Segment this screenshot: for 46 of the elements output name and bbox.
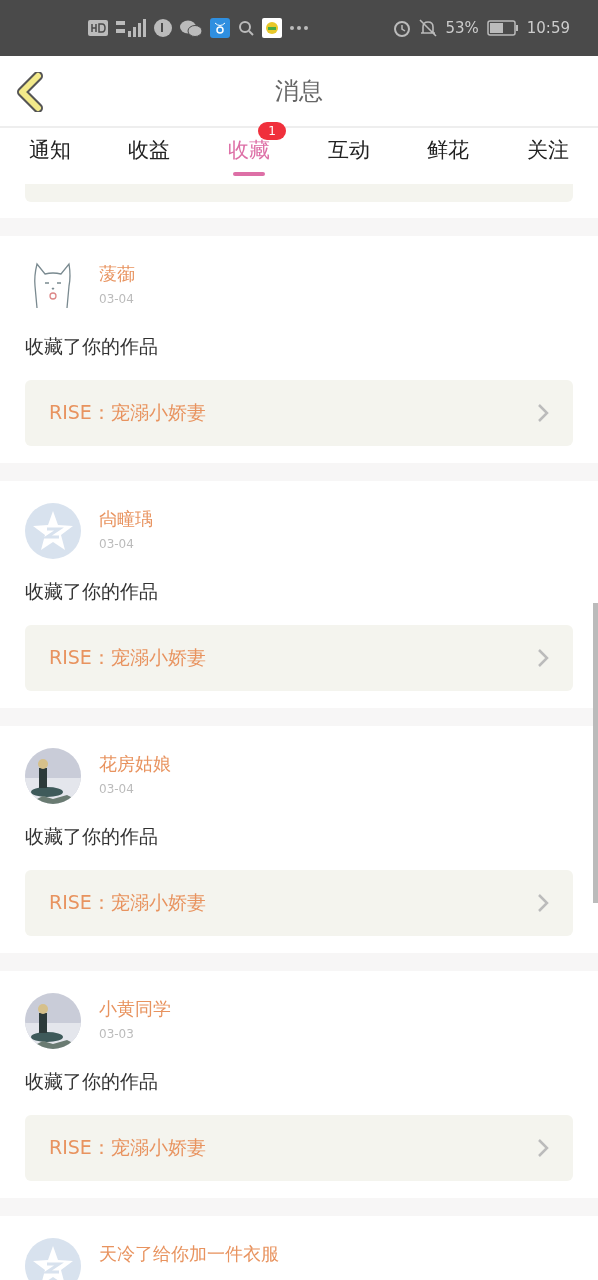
app-icon bbox=[210, 18, 230, 38]
work-title: RISE：宠溺小娇妻 bbox=[49, 645, 206, 670]
clock-time: 10:59 bbox=[526, 19, 570, 37]
signal-icon bbox=[116, 19, 146, 37]
tab[interactable]: 关注 bbox=[527, 128, 570, 184]
message-text: 收藏了你的作品 bbox=[25, 824, 159, 849]
date-label: 03-04 bbox=[99, 537, 135, 551]
chevron-right-icon bbox=[537, 403, 549, 423]
user-name[interactable]: 蔆蓹 bbox=[99, 262, 135, 286]
search-icon bbox=[238, 20, 254, 36]
work-link-card[interactable]: RISE：宠溺小娇妻 bbox=[25, 1115, 573, 1181]
page-title: 消息 bbox=[275, 76, 323, 107]
work-title: RISE：宠溺小娇妻 bbox=[49, 890, 206, 915]
bell-off-icon bbox=[419, 19, 438, 37]
hd-icon bbox=[88, 20, 108, 36]
user-name[interactable]: 小黄同学 bbox=[99, 997, 171, 1021]
tab[interactable]: 互动 bbox=[327, 128, 370, 184]
alarm-icon bbox=[393, 19, 412, 37]
message-text: 收藏了你的作品 bbox=[25, 1069, 159, 1094]
tab[interactable]: 鲜花 bbox=[427, 128, 470, 184]
user-name[interactable]: 尙疃瑀 bbox=[99, 507, 153, 531]
message-text: 收藏了你的作品 bbox=[25, 579, 159, 604]
avatar-icon bbox=[25, 503, 81, 559]
work-link-card[interactable]: RISE：宠溺小娇妻 bbox=[25, 380, 573, 446]
chevron-right-icon bbox=[537, 648, 549, 668]
tab[interactable]: 收益 bbox=[128, 128, 171, 184]
date-label: 03-03 bbox=[99, 1027, 135, 1041]
battery-percent: 53% bbox=[445, 19, 479, 37]
work-title: RISE：宠溺小娇妻 bbox=[49, 1135, 206, 1160]
work-link-card[interactable]: RISE：宠溺小娇妻 bbox=[25, 625, 573, 691]
work-link-card[interactable]: RISE：宠溺小娇妻 bbox=[25, 870, 573, 936]
chevron-right-icon bbox=[537, 1138, 549, 1158]
date-label: 03-04 bbox=[99, 782, 135, 796]
date-label: 03-04 bbox=[99, 292, 135, 306]
app-icon bbox=[262, 18, 282, 38]
chat-icon bbox=[180, 19, 202, 37]
more-icon bbox=[290, 26, 308, 30]
tab[interactable]: 通知 bbox=[28, 128, 71, 184]
chevron-right-icon bbox=[537, 893, 549, 913]
count-badge: 1 bbox=[258, 122, 286, 140]
music-icon bbox=[154, 19, 172, 37]
work-title: RISE：宠溺小娇妻 bbox=[49, 400, 206, 425]
user-name[interactable]: 天冷了给你加一件衣服 bbox=[99, 1242, 279, 1266]
message-text: 收藏了你的作品 bbox=[25, 334, 159, 359]
user-name[interactable]: 花房姑娘 bbox=[99, 752, 171, 776]
battery-icon bbox=[486, 20, 519, 36]
